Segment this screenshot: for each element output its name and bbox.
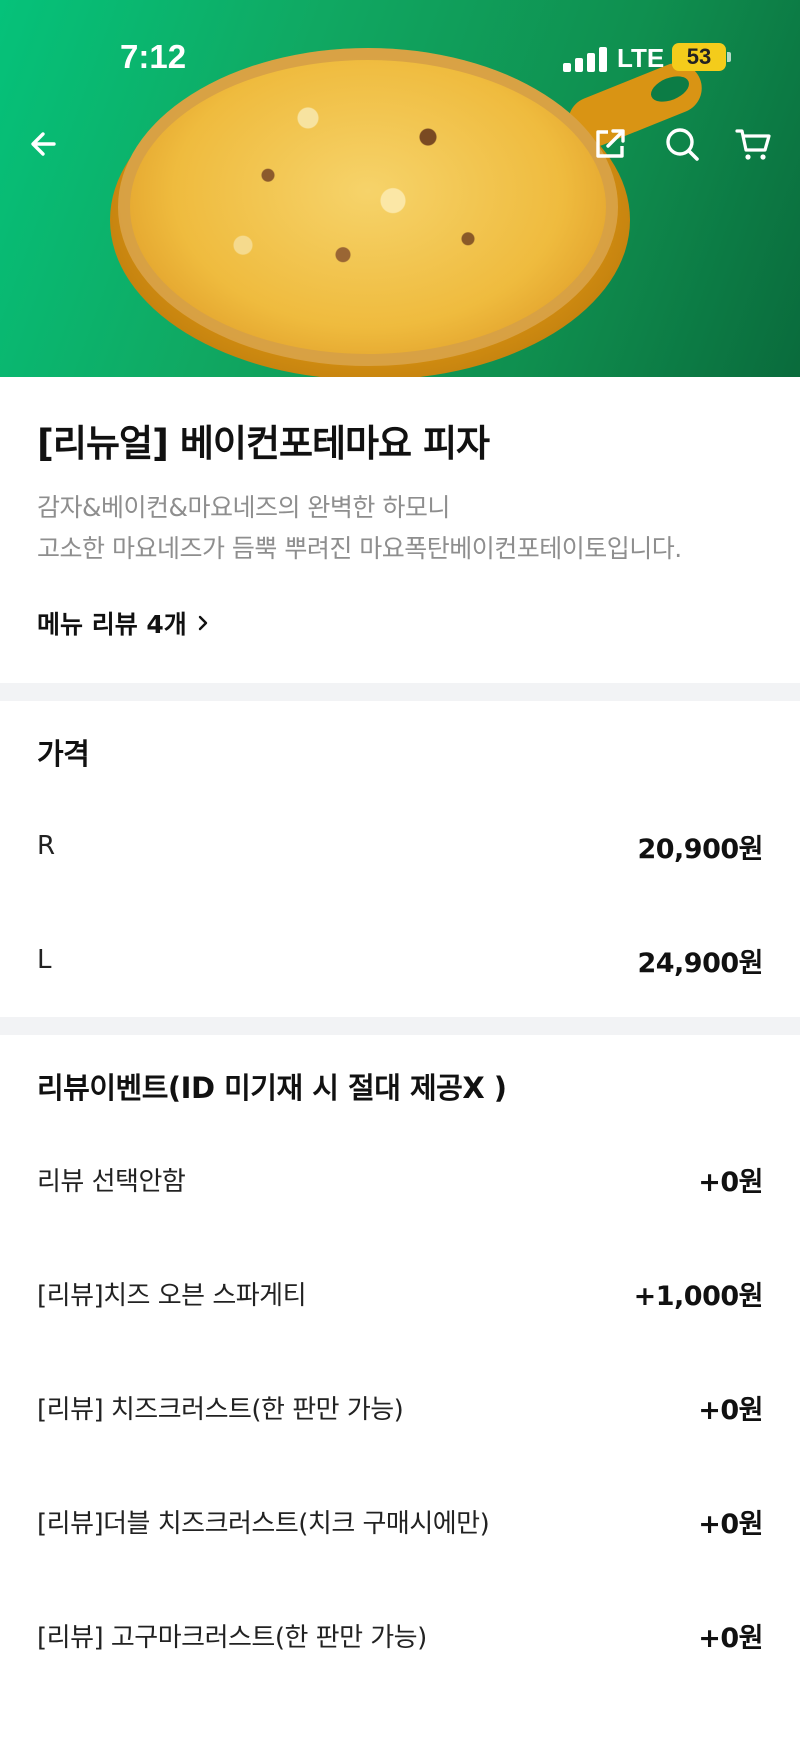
review-option-label: [리뷰]치즈 오븐 스파게티 xyxy=(37,1280,307,1311)
share-button[interactable] xyxy=(588,122,632,166)
price-option-r[interactable]: R 20,900원 xyxy=(37,826,763,866)
review-option-label: 리뷰 선택안함 xyxy=(37,1166,186,1197)
price-option-value: 24,900원 xyxy=(637,947,763,979)
status-time: 7:12 xyxy=(120,38,187,75)
price-option-l[interactable]: L 24,900원 xyxy=(37,940,763,980)
review-option-label: [리뷰] 치즈크러스트(한 판만 가능) xyxy=(37,1394,404,1425)
back-arrow-icon xyxy=(31,132,56,156)
review-event-section-title: 리뷰이벤트(ID 미기재 시 절대 제공X ) xyxy=(37,1071,507,1105)
description-line-1: 감자&베이컨&마요네즈의 완벽한 하모니 xyxy=(37,493,450,522)
review-option-label: [리뷰]더블 치즈크러스트(치크 구매시에만) xyxy=(37,1508,490,1539)
network-type: LTE xyxy=(617,43,665,73)
price-section-title: 가격 xyxy=(37,737,90,771)
battery-icon: 53 xyxy=(672,43,726,71)
review-option[interactable]: [리뷰] 치즈크러스트(한 판만 가능) +0원 xyxy=(37,1387,763,1427)
signal-icon xyxy=(563,46,607,72)
price-option-value: 20,900원 xyxy=(637,833,763,865)
share-icon xyxy=(596,129,625,158)
review-option[interactable]: [리뷰]더블 치즈크러스트(치크 구매시에만) +0원 xyxy=(37,1501,763,1541)
back-button[interactable] xyxy=(24,122,68,166)
review-option-price: +0원 xyxy=(698,1394,763,1426)
status-bar: 7:12 LTE 53 xyxy=(0,0,800,115)
review-option[interactable]: 리뷰 선택안함 +0원 xyxy=(37,1159,763,1199)
price-option-label: R xyxy=(37,831,55,861)
cart-button[interactable] xyxy=(732,122,776,166)
review-option-price: +0원 xyxy=(698,1166,763,1198)
section-divider xyxy=(0,683,800,701)
product-description: 감자&베이컨&마요네즈의 완벽한 하모니 고소한 마요네즈가 듬뿍 뿌려진 마요… xyxy=(37,487,777,569)
review-option-price: +0원 xyxy=(698,1622,763,1654)
review-option-price: +1,000원 xyxy=(633,1280,764,1312)
description-line-2: 고소한 마요네즈가 듬뿍 뿌려진 마요폭탄베이컨포테이토입니다. xyxy=(37,534,682,563)
review-option[interactable]: [리뷰]치즈 오븐 스파게티 +1,000원 xyxy=(37,1273,764,1313)
menu-review-link[interactable]: 메뉴 리뷰 4개 xyxy=(37,605,211,641)
review-option[interactable]: [리뷰] 고구마크러스트(한 판만 가능) +0원 xyxy=(37,1615,763,1655)
product-title: [리뉴얼] 베이컨포테마요 피자 xyxy=(37,422,490,465)
price-option-label: L xyxy=(37,945,52,975)
search-icon xyxy=(666,128,699,161)
menu-review-label: 메뉴 리뷰 4개 xyxy=(37,610,187,639)
battery-tip xyxy=(727,52,731,62)
chevron-right-icon xyxy=(198,615,208,631)
cart-icon xyxy=(735,129,771,160)
review-option-price: +0원 xyxy=(698,1508,763,1540)
section-divider xyxy=(0,1017,800,1035)
review-option-label: [리뷰] 고구마크러스트(한 판만 가능) xyxy=(37,1622,427,1653)
search-button[interactable] xyxy=(660,122,704,166)
